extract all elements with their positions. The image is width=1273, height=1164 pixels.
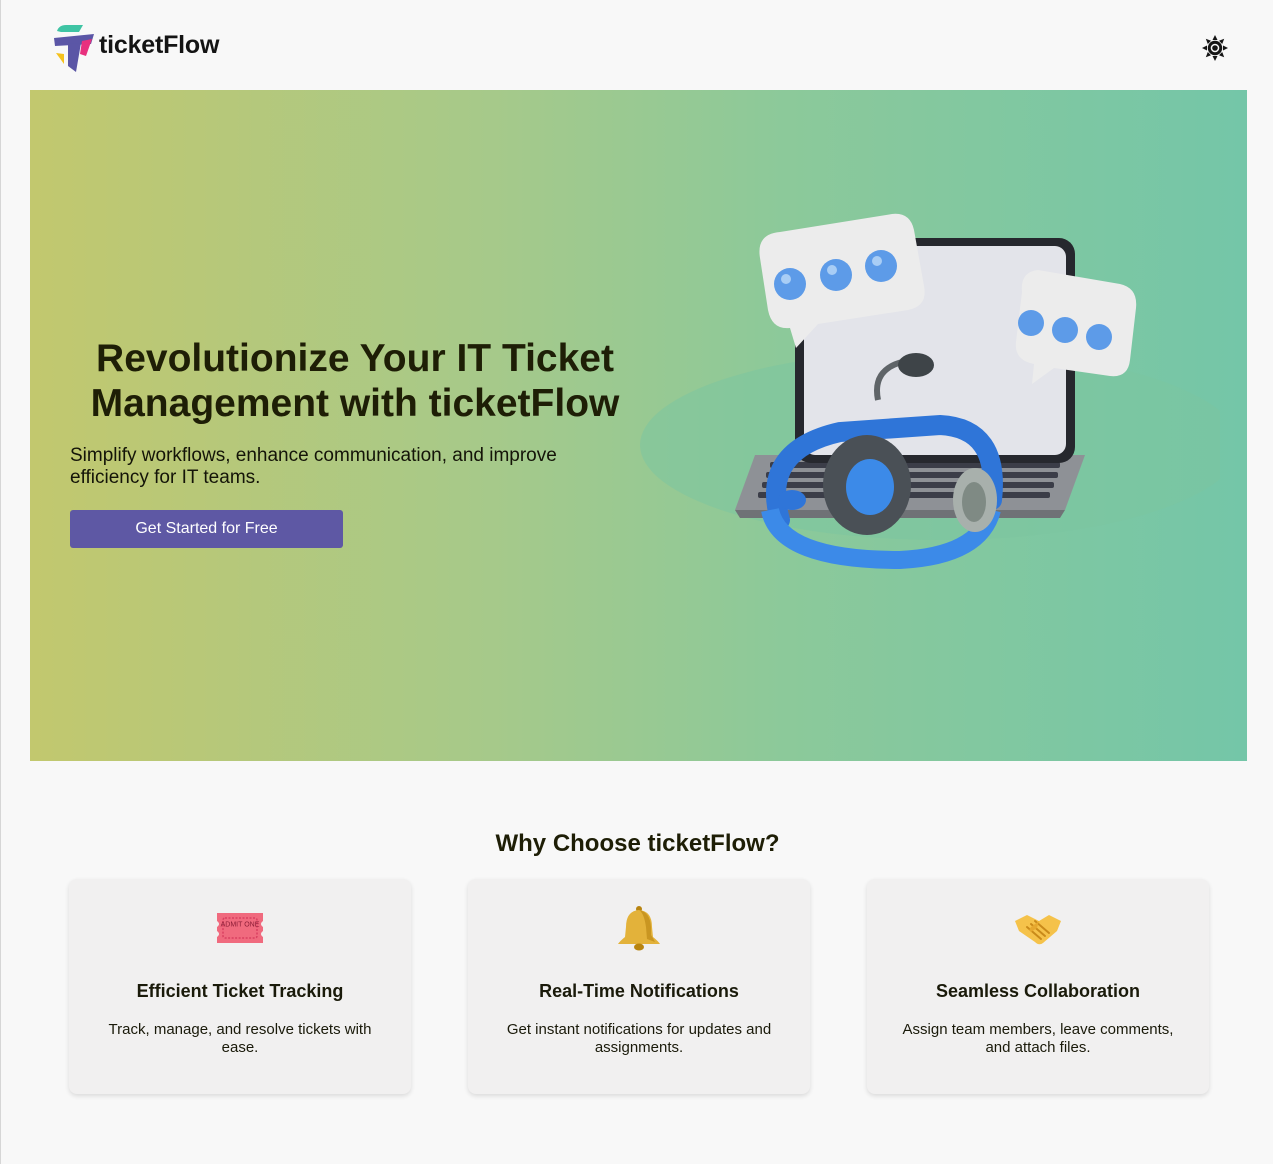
handshake-icon bbox=[1015, 915, 1061, 945]
bell-icon bbox=[618, 906, 660, 951]
theme-toggle-button[interactable] bbox=[1200, 33, 1230, 63]
hero-subtitle: Simplify workflows, enhance communicatio… bbox=[70, 445, 557, 488]
feature-description: Assign team members, leave comments, and… bbox=[902, 1021, 1174, 1056]
hero-section: Revolutionize Your IT Ticket Management … bbox=[30, 90, 1247, 761]
feature-description: Get instant notifications for updates an… bbox=[506, 1021, 772, 1056]
brand-logo-link[interactable]: ticketFlow bbox=[53, 22, 219, 74]
hero-title: Revolutionize Your IT Ticket Management … bbox=[90, 337, 620, 425]
ticketflow-logo-icon bbox=[54, 25, 94, 72]
get-started-button[interactable]: Get Started for Free bbox=[70, 510, 343, 548]
feature-card-ticket-tracking: ADMIT ONE Efficient Ticket Tracking Trac… bbox=[69, 879, 411, 1094]
brand-name: ticketFlow bbox=[99, 30, 220, 59]
svg-text:ADMIT ONE: ADMIT ONE bbox=[221, 922, 260, 929]
feature-card-notifications: Real-Time Notifications Get instant noti… bbox=[468, 879, 810, 1094]
sun-icon bbox=[1202, 35, 1228, 61]
feature-title: Efficient Ticket Tracking bbox=[136, 981, 344, 1001]
navbar: ticketFlow bbox=[1, 0, 1273, 90]
feature-title: Seamless Collaboration bbox=[935, 981, 1141, 1001]
feature-card-collaboration: Seamless Collaboration Assign team membe… bbox=[867, 879, 1209, 1094]
features-title: Why Choose ticketFlow? bbox=[495, 830, 780, 857]
feature-description: Track, manage, and resolve tickets with … bbox=[108, 1021, 372, 1056]
feature-title: Real-Time Notifications bbox=[539, 981, 739, 1001]
ticket-icon: ADMIT ONE bbox=[217, 913, 263, 943]
laptop-headset-chat-illustration bbox=[640, 213, 1220, 570]
